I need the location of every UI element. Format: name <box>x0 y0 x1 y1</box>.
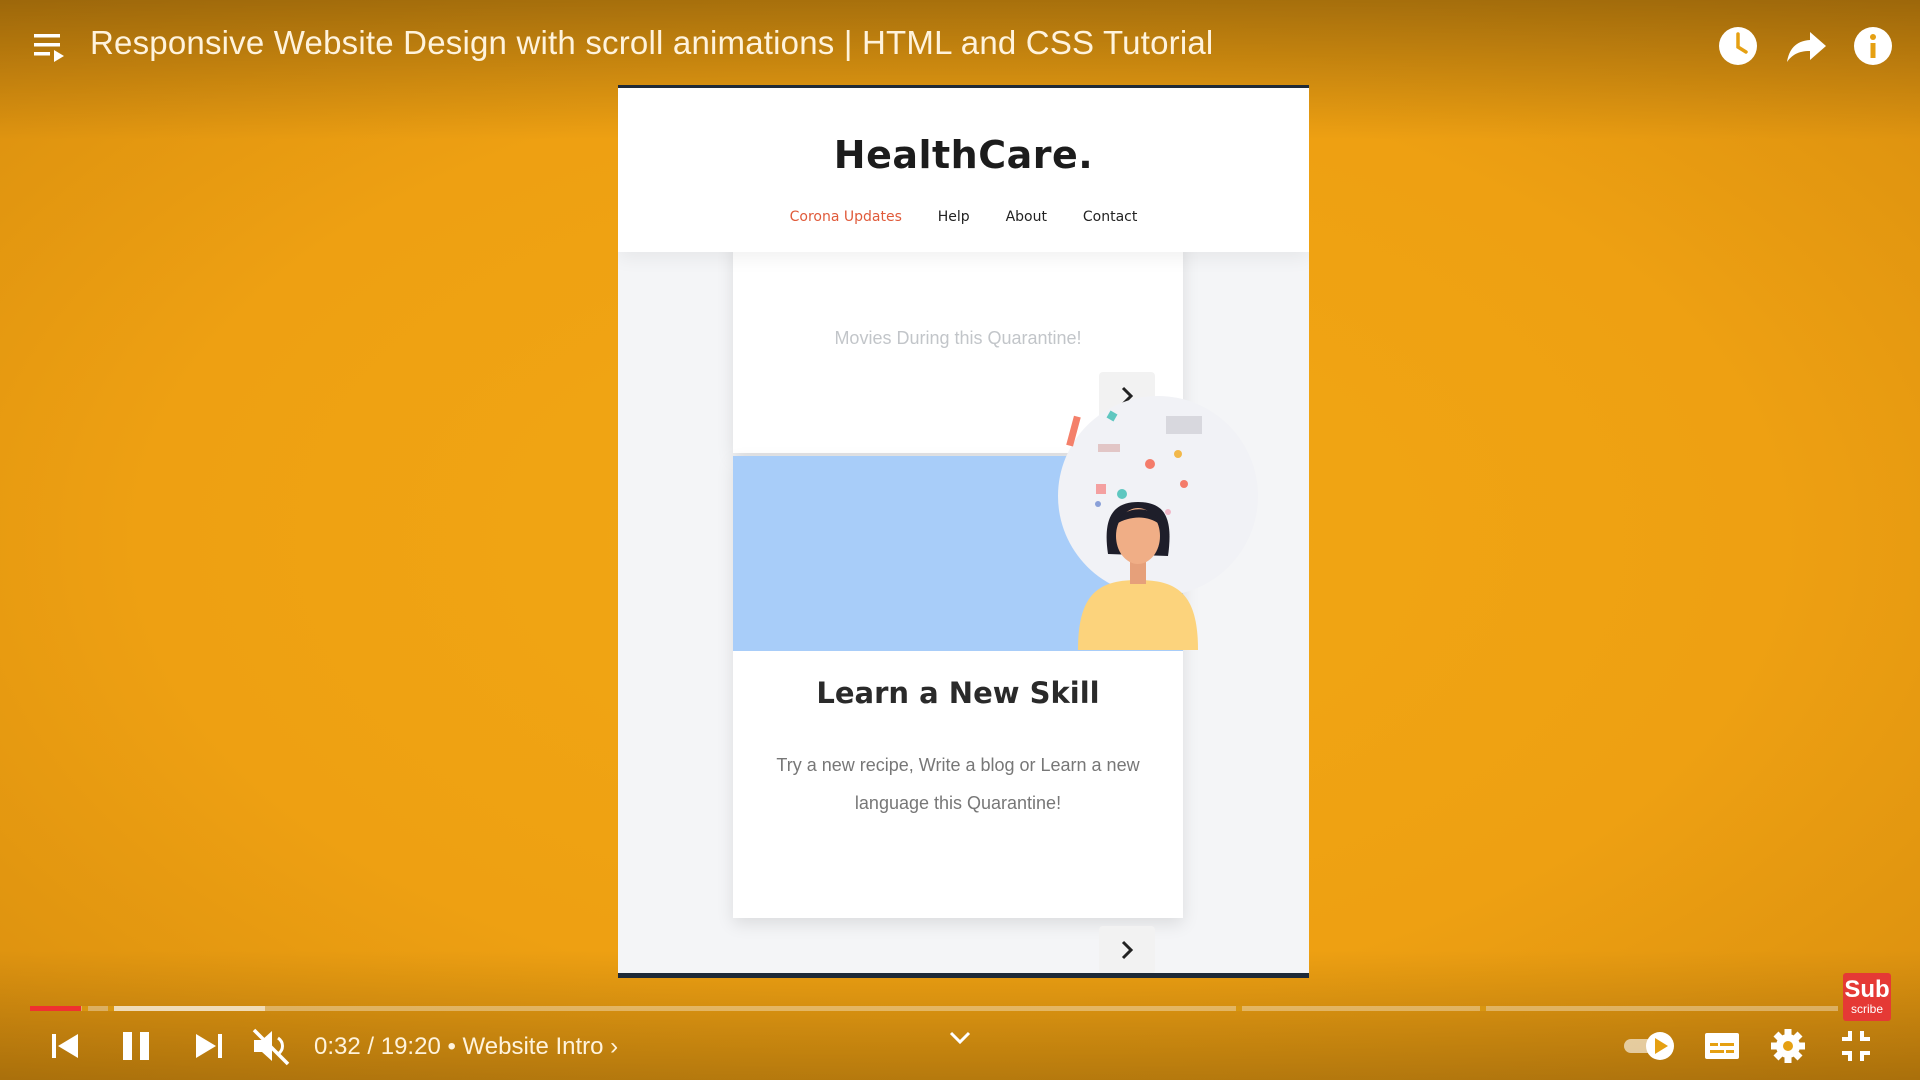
clock-icon[interactable] <box>1716 24 1760 68</box>
nav-link-corona-updates[interactable]: Corona Updates <box>790 209 902 225</box>
time-total: 19:20 <box>380 1033 441 1060</box>
site-header: HealthCare. Corona Updates Help About Co… <box>618 88 1309 252</box>
chevron-down-icon[interactable] <box>948 1030 972 1046</box>
skip-previous-icon[interactable] <box>48 1024 84 1068</box>
share-icon[interactable] <box>1784 24 1828 68</box>
playlist-icon[interactable] <box>32 30 70 64</box>
video-frame-website-preview: HealthCare. Corona Updates Help About Co… <box>618 85 1309 978</box>
progress-bar[interactable] <box>30 1006 1838 1011</box>
progress-buffered <box>110 1006 265 1011</box>
time-display: 0:32 / 19:20 • Website Intro › <box>314 1033 619 1060</box>
subscribe-watermark-button[interactable]: Sub scribe <box>1843 973 1891 1021</box>
site-nav: Corona Updates Help About Contact <box>618 208 1309 225</box>
progress-played <box>30 1006 81 1011</box>
video-title[interactable]: Responsive Website Design with scroll an… <box>90 24 1213 62</box>
woman-illustration-icon <box>1058 396 1258 650</box>
skip-next-icon[interactable] <box>190 1024 226 1068</box>
card-title: Learn a New Skill <box>816 676 1100 710</box>
chapter-marker <box>108 1006 114 1011</box>
info-icon[interactable] <box>1851 24 1895 68</box>
exit-fullscreen-icon[interactable] <box>1838 1024 1874 1068</box>
chapter-marker <box>82 1006 88 1011</box>
settings-gear-icon[interactable] <box>1768 1024 1808 1068</box>
chapter-marker <box>1236 1006 1242 1011</box>
card-cut-off-text: Movies During this Quarantine! <box>834 328 1082 348</box>
chapter-marker <box>1480 1006 1486 1011</box>
chapter-title[interactable]: Website Intro <box>463 1033 604 1060</box>
time-current: 0:32 <box>314 1033 361 1060</box>
nav-link-about[interactable]: About <box>1006 209 1047 225</box>
chevron-right-icon[interactable]: › <box>610 1033 618 1060</box>
nav-link-contact[interactable]: Contact <box>1083 209 1137 225</box>
chevron-right-icon <box>1121 940 1134 960</box>
site-brand-logo[interactable]: HealthCare. <box>618 133 1309 177</box>
card-next-button[interactable] <box>1099 926 1155 973</box>
autoplay-toggle-icon[interactable] <box>1622 1024 1678 1068</box>
pause-icon[interactable] <box>118 1024 154 1068</box>
volume-muted-icon[interactable] <box>250 1024 294 1068</box>
card-description: Try a new recipe, Write a blog or Learn … <box>776 755 1140 813</box>
nav-link-help[interactable]: Help <box>938 209 970 225</box>
captions-icon[interactable] <box>1704 1024 1740 1068</box>
